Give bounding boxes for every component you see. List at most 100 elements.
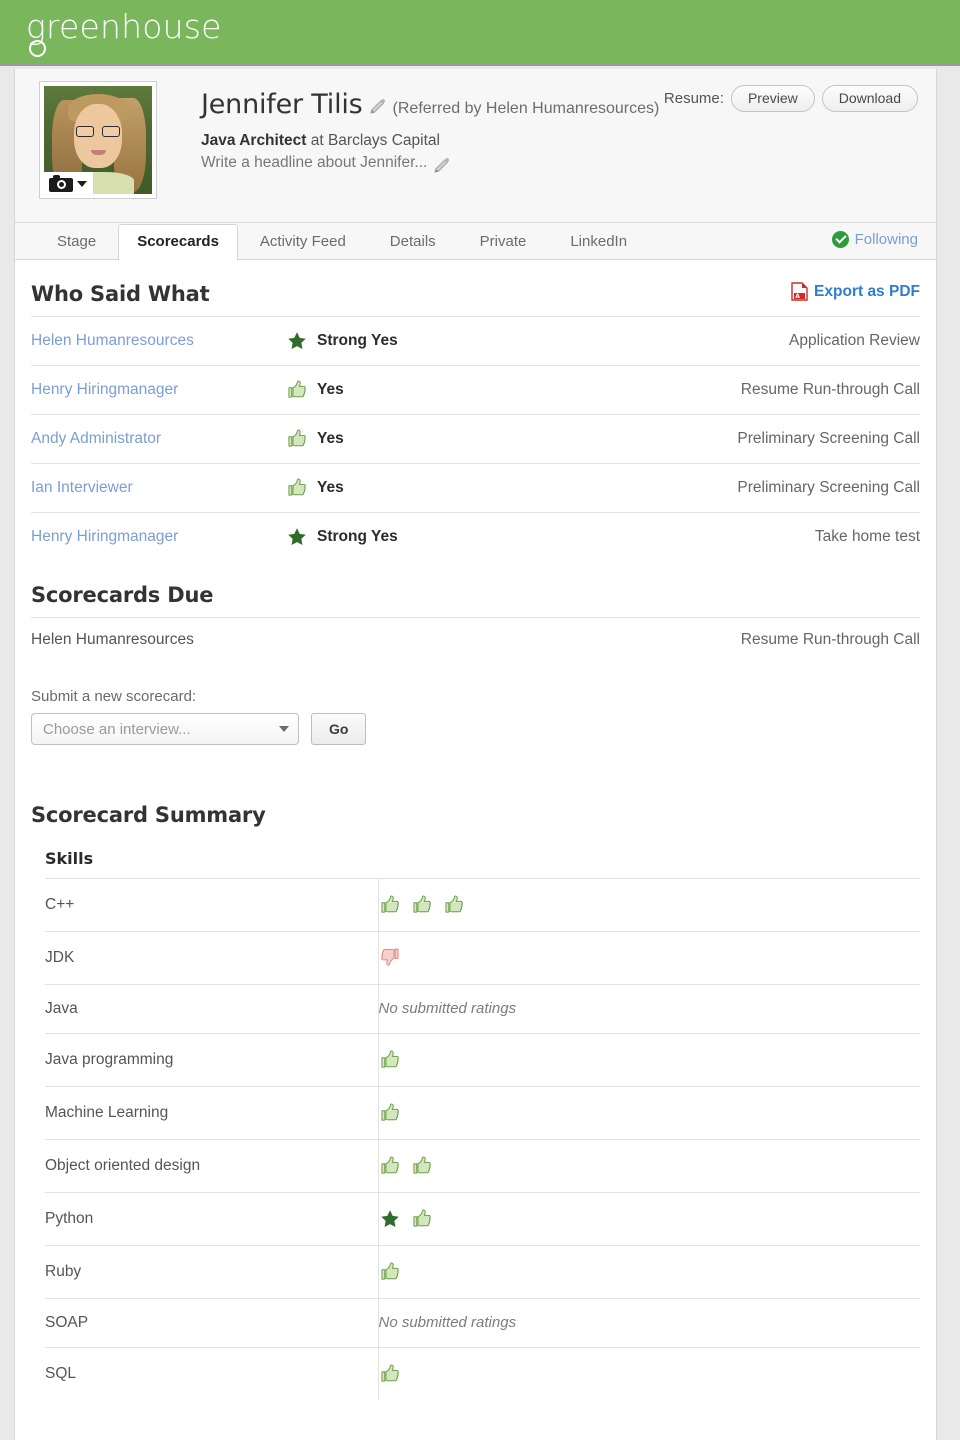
thumbs-up-icon [412,1156,431,1174]
skill-name-cell: Java [45,1000,78,1017]
table-row: Python [45,1192,920,1246]
headline-placeholder[interactable]: Write a headline about Jennifer... [201,154,427,172]
star-icon [288,332,306,349]
table-row: Ian Interviewer Yes Preliminary Screening … [31,463,920,513]
scorecard-author-cell: Ian Interviewer [31,464,286,513]
skills-column-header: Skills [45,849,94,868]
thumbs-up-icon [380,1156,399,1174]
greenhouse-logo[interactable]: greenhouse [26,4,222,50]
tab-details[interactable]: Details [368,224,458,260]
page-container: Jennifer Tilis (Referred by Helen Humanr… [14,69,937,1440]
pdf-icon: A [791,282,808,301]
skill-ratings-cell [377,1033,920,1087]
thumbs-up-icon [288,478,306,496]
skill-ratings-cell: No submitted ratings [377,1298,920,1348]
scorecard-author-link[interactable]: Andy Administrator [31,430,161,447]
skill-name-cell: Object oriented design [45,1157,201,1174]
due-stage-cell: Resume Run-through Call [740,631,920,648]
chevron-down-icon [279,726,289,732]
candidate-job-title: Java Architect [201,132,307,149]
chevron-down-icon [77,180,87,187]
submit-scorecard-row: Choose an interview... Go [31,713,920,745]
interview-select-value: Choose an interview... [43,720,191,738]
thumbs-up-icon [288,429,306,447]
glasses-shape [76,126,120,138]
skill-ratings-cell [377,931,920,985]
scorecard-author-link[interactable]: Ian Interviewer [31,479,133,496]
table-row: Object oriented design [45,1139,920,1193]
scorecard-author-link[interactable]: Henry Hiringmanager [31,528,178,545]
table-row: Machine Learning [45,1086,920,1140]
scorecard-stage-cell: Preliminary Screening Call [737,479,920,496]
scorecard-author-cell: Henry Hiringmanager [31,366,286,415]
page-title: Jennifer Tilis [201,89,363,120]
candidate-tabs: Stage Scorecards Activity Feed Details Priva… [15,223,936,261]
verdict-label: Yes [317,381,344,398]
avatar[interactable] [39,81,157,199]
table-row: Henry Hiringmanager Yes Resume Run-through… [31,365,920,415]
scorecard-author-link[interactable]: Henry Hiringmanager [31,381,178,398]
go-button[interactable]: Go [311,713,367,745]
tab-scorecards[interactable]: Scorecards [118,224,238,261]
skills-table: C++ JDK Java No submitted ratings Java progr… [45,878,920,1400]
app-header: greenhouse [0,0,960,66]
export-as-pdf-label: Export as PDF [814,282,920,300]
thumbs-up-icon [380,1103,399,1121]
who-said-what-table: Helen Humanresources Strong Yes Applicatio… [31,316,920,561]
tab-activity-feed[interactable]: Activity Feed [238,224,368,260]
verdict-label: Strong Yes [317,332,398,349]
tab-stage[interactable]: Stage [35,224,118,260]
resume-download-button[interactable]: Download [821,85,918,112]
verdict-label: Strong Yes [317,528,398,545]
at-separator: at [306,132,328,149]
scorecard-author-cell: Helen Humanresources [31,317,286,366]
scorecard-verdict-cell: Yes [286,366,586,415]
check-circle-icon [831,231,849,248]
scorecard-verdict-cell: Strong Yes [286,513,586,562]
following-toggle[interactable]: Following [831,231,918,248]
scorecards-due-table: Helen Humanresources Resume Run-through C… [31,617,920,662]
table-row: Henry Hiringmanager Strong Yes Take home t… [31,512,920,562]
thumbs-up-icon [444,895,463,913]
scorecard-author-link[interactable]: Helen Humanresources [31,332,194,349]
skill-name-cell: Python [45,1210,94,1227]
skills-section: Skills C++ JDK Java No submitted ratings Jav… [45,849,920,1400]
following-label: Following [854,231,918,248]
skill-name-cell: Machine Learning [45,1104,169,1121]
thumbs-up-icon [288,380,306,398]
table-row: C++ [45,878,920,932]
interview-select[interactable]: Choose an interview... [31,713,299,745]
tab-private[interactable]: Private [458,224,549,260]
skill-ratings-cell [377,878,920,932]
due-author-cell: Helen Humanresources [31,631,194,648]
submit-scorecard-label: Submit a new scorecard: [31,688,197,705]
resume-actions: Resume: Preview Download [664,85,918,112]
edit-headline-pencil-icon[interactable] [433,157,451,175]
table-row: JDK [45,931,920,985]
due-blank-cell [286,618,586,663]
who-said-what-header: Who Said What A Export as PDF [31,260,920,306]
star-icon [288,528,306,545]
scorecard-author-cell: Henry Hiringmanager [31,513,286,562]
resume-label: Resume: [663,90,724,107]
table-row: Java programming [45,1033,920,1087]
candidate-company: Barclays Capital [327,132,440,149]
resume-preview-button[interactable]: Preview [730,85,815,112]
skill-ratings-cell [377,1086,920,1140]
table-row: Andy Administrator Yes Preliminary Screeni… [31,414,920,464]
skill-ratings-cell [377,1192,920,1246]
logo-ring-glyph [29,40,46,57]
skill-ratings-cell [377,1347,920,1400]
table-row: Helen Humanresources Resume Run-through C… [31,617,920,663]
skill-name-cell: SQL [45,1365,77,1382]
camera-icon[interactable] [44,172,93,194]
no-ratings-text: No submitted ratings [378,1000,517,1017]
tab-linkedin[interactable]: LinkedIn [548,224,649,260]
export-as-pdf-link[interactable]: A Export as PDF [791,282,920,301]
main-content: Who Said What A Export as PDF Helen Huma… [15,260,936,1400]
verdict-label: Yes [317,430,344,447]
edit-name-pencil-icon[interactable] [369,98,387,116]
thumbs-up-icon [380,1050,399,1068]
scorecard-verdict-cell: Strong Yes [286,317,586,366]
svg-text:A: A [795,293,800,300]
